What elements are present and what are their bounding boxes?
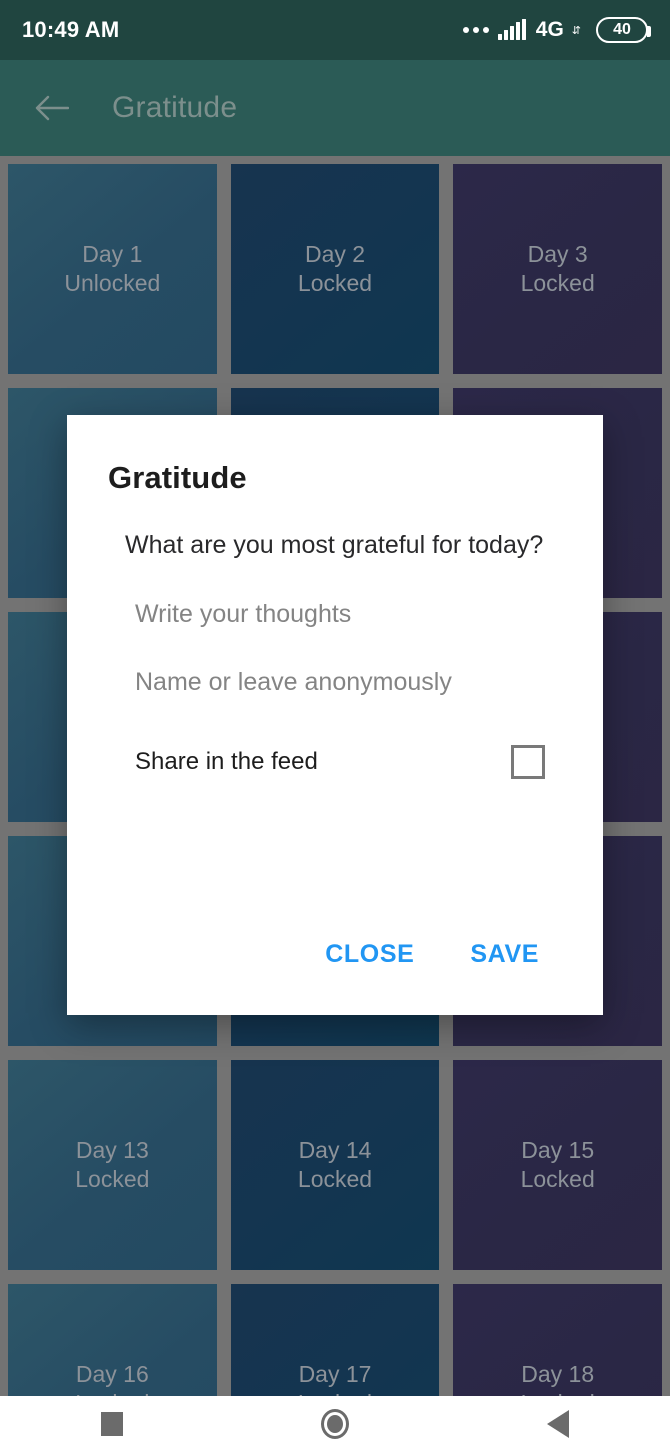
day-grid-row: Day 16LockedDay 17LockedDay 18Locked [8, 1284, 663, 1396]
signal-bars-icon [497, 19, 526, 40]
day-tile[interactable]: Day 2 Locked [230, 164, 440, 374]
day-tile-number: Day 16 [75, 1361, 149, 1388]
day-tile-state: Locked [75, 1166, 150, 1192]
day-tile[interactable]: Day 14 Locked [230, 1060, 440, 1270]
arrow-left-icon [35, 95, 69, 121]
day-tile-state: Locked [297, 1166, 373, 1192]
phone-screen: 10:49 AM 4G ⇵ 40 Gratitude Day 1 Unlocked… [0, 0, 670, 1452]
day-tile-number: Day 17 [298, 1361, 372, 1388]
dialog-actions: CLOSE SAVE [67, 928, 603, 1015]
day-tile[interactable]: Day 13 Locked [8, 1060, 217, 1270]
battery-level-label: 40 [613, 21, 631, 38]
triangle-back-icon [547, 1410, 570, 1438]
day-tile-state: Unlocked [64, 270, 161, 296]
back-button[interactable] [28, 84, 76, 132]
status-icons: 4G ⇵ 40 [462, 17, 651, 43]
data-transfer-icon: ⇵ [571, 24, 581, 37]
day-tile-number: Day 14 [298, 1137, 372, 1164]
system-nav-bar [0, 1396, 670, 1452]
home-button[interactable] [275, 1396, 395, 1452]
day-tile[interactable]: Day 17Locked [230, 1284, 440, 1396]
day-tile-number: Day 2 [304, 241, 366, 268]
day-tile-number: Day 1 [82, 241, 143, 268]
app-toolbar: Gratitude [0, 60, 670, 156]
name-input-placeholder: Name or leave anonymously [135, 668, 452, 696]
day-tile[interactable]: Day 1 Unlocked [8, 164, 217, 374]
day-tile[interactable]: Day 16Locked [8, 1284, 217, 1396]
thoughts-input-placeholder: Write your thoughts [135, 600, 352, 628]
circle-icon [320, 1409, 349, 1439]
day-tile[interactable]: Day 18Locked [453, 1284, 663, 1396]
share-in-feed-label: Share in the feed [135, 748, 318, 775]
dialog-title: Gratitude [108, 460, 247, 495]
page-title: Gratitude [112, 91, 238, 124]
day-tile-state: Locked [75, 1389, 149, 1396]
name-input[interactable]: Name or leave anonymously [67, 629, 603, 697]
day-tile[interactable]: Day 15 Locked [453, 1060, 663, 1270]
share-in-feed-row[interactable]: Share in the feed [67, 697, 603, 779]
dialog-message: What are you most grateful for today? [125, 531, 544, 559]
status-time: 10:49 AM [22, 17, 120, 42]
day-tile[interactable]: Day 3 Locked [453, 164, 663, 374]
close-button[interactable]: CLOSE [309, 928, 430, 981]
day-tile-state: Locked [520, 270, 595, 296]
back-nav-button[interactable] [498, 1396, 618, 1452]
thoughts-input[interactable]: Write your thoughts [67, 562, 603, 629]
more-dots-icon [462, 27, 489, 33]
day-grid-row: Day 13 Locked Day 14 Locked Day 15 Locked [8, 1060, 663, 1270]
day-tile-number: Day 3 [527, 241, 588, 268]
day-grid-row: Day 1 Unlocked Day 2 Locked Day 3 Locked [8, 164, 663, 374]
gratitude-dialog: Gratitude What are you most grateful for… [67, 415, 603, 1015]
day-tile-state: Locked [297, 270, 373, 296]
save-button[interactable]: SAVE [454, 928, 555, 981]
day-tile-number: Day 15 [521, 1137, 595, 1164]
square-icon [100, 1412, 123, 1436]
day-tile-state: Locked [298, 1389, 372, 1396]
day-tile-state: Locked [520, 1166, 595, 1192]
day-tile-number: Day 13 [75, 1137, 149, 1164]
day-tile-number: Day 18 [521, 1361, 595, 1388]
network-type-label: 4G [535, 18, 564, 41]
share-in-feed-checkbox[interactable] [511, 745, 545, 779]
battery-icon: 40 [596, 17, 651, 43]
status-bar: 10:49 AM 4G ⇵ 40 [0, 0, 670, 60]
day-tile-state: Locked [521, 1389, 595, 1396]
recents-button[interactable] [52, 1396, 172, 1452]
